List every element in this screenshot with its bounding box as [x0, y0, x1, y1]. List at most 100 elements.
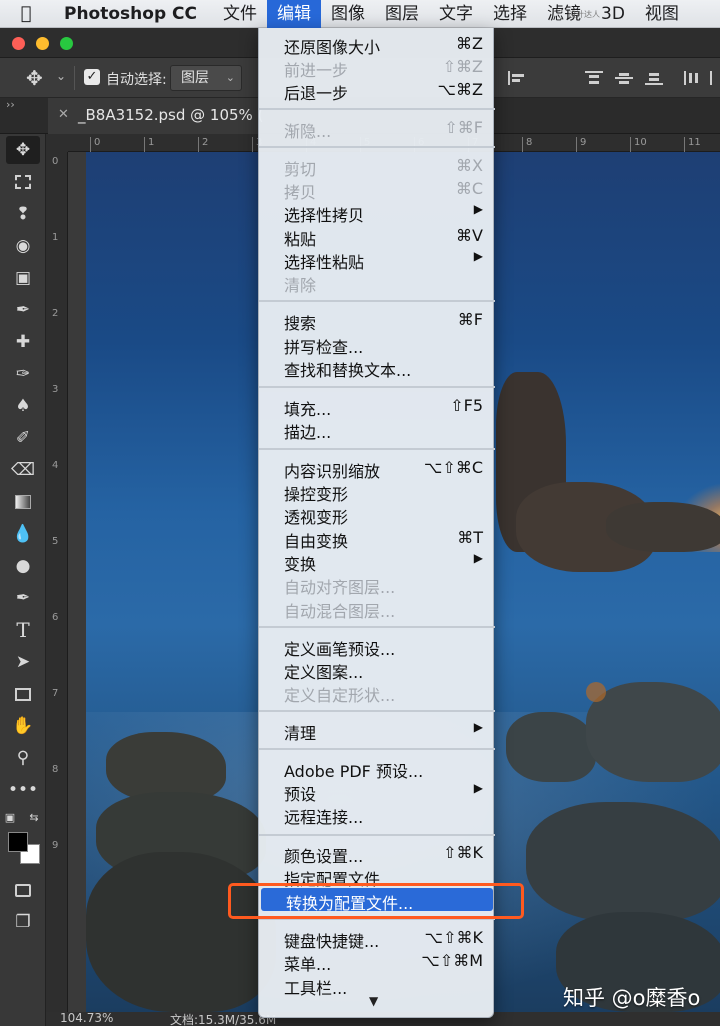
menu-view[interactable]: 视图: [635, 0, 689, 28]
hand-tool-button[interactable]: ✋: [6, 712, 40, 740]
close-tab-icon[interactable]: ✕: [58, 107, 69, 122]
edit-menu-item[interactable]: 键盘快捷键... ⌥⇧⌘K: [259, 926, 495, 951]
edit-menu-item[interactable]: 定义画笔预设...: [259, 634, 495, 659]
edit-menu-item[interactable]: 远程连接...: [259, 802, 495, 827]
menu-item-shortcut: ⇧⌘F: [444, 118, 483, 137]
menu-item-label: 工具栏...: [284, 979, 348, 998]
ruler-tick-label: 0: [52, 156, 59, 167]
edit-menu-item[interactable]: 变换 ▶: [259, 549, 495, 574]
auto-select-checkbox[interactable]: ✓: [84, 69, 100, 85]
menu-item-shortcut: ⌥⌘Z: [437, 80, 483, 99]
menu-separator: [259, 748, 495, 750]
edit-menu-item[interactable]: 查找和替换文本...: [259, 355, 495, 380]
edit-menu-item[interactable]: 预设 ▶: [259, 779, 495, 804]
edit-menu-item[interactable]: 选择性粘贴 ▶: [259, 247, 495, 272]
menu-separator: [259, 146, 495, 148]
menu-layer[interactable]: 图层: [375, 0, 429, 28]
app-name-menu[interactable]: Photoshop CC: [52, 4, 213, 24]
tool-preset-caret-icon[interactable]: ⌄: [56, 69, 66, 83]
distribute-top-icon[interactable]: [585, 71, 603, 85]
swap-colors-icon[interactable]: ⇆: [26, 804, 42, 832]
path-selection-tool-button[interactable]: ➤: [6, 648, 40, 676]
edit-menu-item[interactable]: 工具栏...: [259, 973, 495, 998]
edit-menu-item[interactable]: Adobe PDF 预设...: [259, 756, 495, 781]
menu-item-shortcut: ⌘Z: [456, 34, 483, 53]
document-tab[interactable]: ✕ _B8A3152.psd @ 105% (: [48, 98, 263, 134]
dodge-tool-button[interactable]: ●: [6, 552, 40, 580]
more-tools-icon[interactable]: •••: [6, 776, 40, 804]
edit-menu-item[interactable]: 粘贴 ⌘V: [259, 224, 495, 249]
clone-stamp-tool-button[interactable]: ♠: [6, 392, 40, 420]
quick-mask-icon[interactable]: [6, 876, 40, 904]
scroll-down-arrow-icon[interactable]: ▼: [369, 994, 378, 1008]
close-window-button[interactable]: [12, 37, 25, 50]
align-icon[interactable]: [508, 71, 526, 85]
edit-menu-item[interactable]: 拼写检查...: [259, 332, 495, 357]
menu-item-label: 搜索: [284, 314, 317, 333]
edit-menu-item[interactable]: 内容识别缩放 ⌥⇧⌘C: [259, 456, 495, 481]
menu-item-label: 自动对齐图层...: [284, 578, 396, 597]
foreground-color-swatch[interactable]: [8, 832, 28, 852]
submenu-arrow-icon: ▶: [473, 551, 483, 565]
edit-menu-item[interactable]: 选择性拷贝 ▶: [259, 200, 495, 225]
lasso-tool-button[interactable]: ❢: [6, 200, 40, 228]
edit-menu-item[interactable]: 描边...: [259, 417, 495, 442]
distribute-hcenter-icon[interactable]: [710, 71, 720, 85]
rock: [526, 802, 720, 922]
collapse-panels-icon[interactable]: ››: [6, 98, 15, 111]
submenu-arrow-icon: ▶: [473, 781, 483, 795]
edit-menu-item[interactable]: 透视变形: [259, 502, 495, 527]
menu-separator: [259, 386, 495, 388]
edit-menu-item[interactable]: 填充... ⇧F5: [259, 394, 495, 419]
auto-select-dropdown[interactable]: 图层 ⌄: [170, 65, 242, 91]
menu-item-label: 透视变形: [284, 508, 349, 527]
distribute-bottom-icon[interactable]: [645, 71, 663, 85]
menu-select[interactable]: 选择: [483, 0, 537, 28]
gradient-tool-button[interactable]: [6, 488, 40, 516]
pen-tool-button[interactable]: ✒: [6, 584, 40, 612]
distribute-center-icon[interactable]: [615, 71, 633, 85]
edit-menu-item[interactable]: 定义图案...: [259, 657, 495, 682]
marquee-tool-button[interactable]: [6, 168, 40, 196]
edit-menu-item: 剪切 ⌘X: [259, 154, 495, 179]
zoom-tool-button[interactable]: ⚲: [6, 744, 40, 772]
move-tool-icon[interactable]: ✥: [26, 66, 43, 90]
edit-menu-item[interactable]: 操控变形: [259, 479, 495, 504]
edit-menu-item[interactable]: 搜索 ⌘F: [259, 308, 495, 333]
rectangle-tool-button[interactable]: [6, 680, 40, 708]
edit-menu-item[interactable]: 颜色设置... ⇧⌘K: [259, 841, 495, 866]
minimize-window-button[interactable]: [36, 37, 49, 50]
warm-light: [586, 682, 606, 702]
eyedropper-tool-button[interactable]: ✒: [6, 296, 40, 324]
default-colors-icon[interactable]: ▣: [2, 804, 18, 832]
quick-selection-tool-button[interactable]: ◉: [6, 232, 40, 260]
move-tool-button[interactable]: ✥: [6, 136, 40, 164]
rock: [506, 712, 596, 782]
zoom-level[interactable]: 104.73%: [60, 1011, 113, 1025]
healing-brush-tool-button[interactable]: ✚: [6, 328, 40, 356]
edit-menu-item[interactable]: 自由变换 ⌘T: [259, 526, 495, 551]
history-brush-tool-button[interactable]: ✐: [6, 424, 40, 452]
submenu-arrow-icon: ▶: [473, 249, 483, 263]
type-tool-button[interactable]: T: [6, 616, 40, 644]
apple-icon[interactable]: : [0, 3, 52, 24]
edit-menu-item[interactable]: 后退一步 ⌥⌘Z: [259, 78, 495, 103]
menu-type[interactable]: 文字: [429, 0, 483, 28]
menu-image[interactable]: 图像: [321, 0, 375, 28]
eraser-tool-button[interactable]: ⌫: [6, 456, 40, 484]
blur-tool-button[interactable]: 💧: [6, 520, 40, 548]
edit-menu-item[interactable]: 菜单... ⌥⇧⌘M: [259, 949, 495, 974]
brush-tool-button[interactable]: ✑: [6, 360, 40, 388]
edit-menu-item: 拷贝 ⌘C: [259, 177, 495, 202]
zoom-window-button[interactable]: [60, 37, 73, 50]
menu-file[interactable]: 文件: [213, 0, 267, 28]
edit-menu-item[interactable]: 还原图像大小 ⌘Z: [259, 32, 495, 57]
ruler-tick-label: 9: [52, 840, 59, 851]
ruler-tick-label: 2: [52, 308, 59, 319]
menu-edit[interactable]: 编辑: [267, 0, 321, 28]
crop-tool-button[interactable]: ▣: [6, 264, 40, 292]
screen-mode-icon[interactable]: ❐: [6, 908, 40, 936]
distribute-left-icon[interactable]: [684, 71, 702, 85]
edit-menu-item[interactable]: 清理 ▶: [259, 718, 495, 743]
ruler-tick-label: 7: [52, 688, 59, 699]
